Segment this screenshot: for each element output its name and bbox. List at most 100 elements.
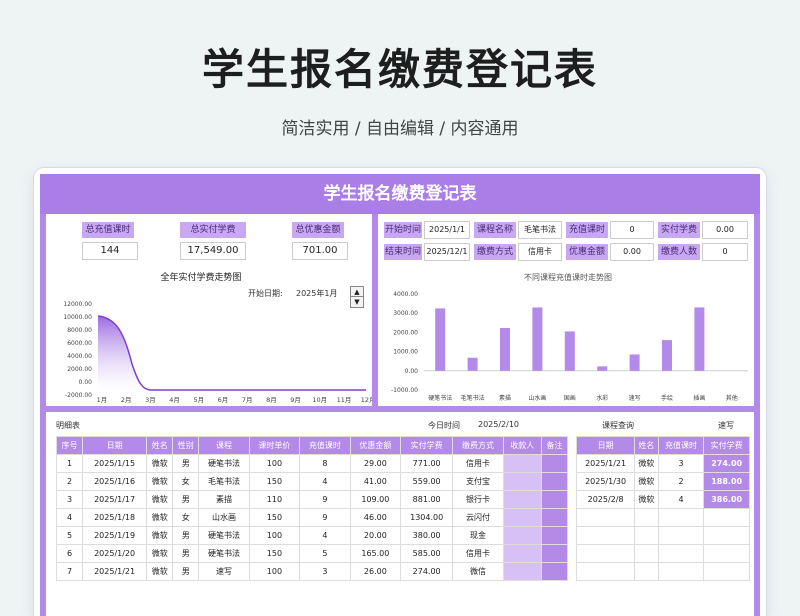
table-cell[interactable] — [502, 544, 542, 563]
table-cell[interactable]: 硬笔书法 — [198, 526, 250, 545]
table-cell[interactable]: 4 — [56, 508, 83, 527]
query-row[interactable]: 2025/1/30 微软 2 188.00 — [575, 472, 750, 491]
query-cell[interactable]: 3 — [657, 454, 705, 473]
table-cell[interactable]: 2025/1/21 — [81, 562, 148, 581]
table-cell[interactable]: 7 — [56, 562, 83, 581]
query-cell[interactable] — [634, 544, 659, 563]
table-cell[interactable]: 微软 — [146, 454, 174, 473]
table-cell[interactable]: 2025/1/20 — [81, 544, 148, 563]
table-cell[interactable] — [502, 490, 542, 509]
table-cell[interactable]: 9 — [299, 508, 351, 527]
table-cell[interactable]: 硬笔书法 — [198, 544, 250, 563]
query-cell[interactable] — [634, 526, 659, 545]
query-cell[interactable] — [703, 526, 750, 545]
table-cell[interactable] — [540, 490, 569, 509]
table-cell[interactable]: 山水画 — [198, 508, 250, 527]
table-cell[interactable]: 女 — [172, 508, 200, 527]
table-cell[interactable]: 云闪付 — [452, 508, 504, 527]
query-cell[interactable] — [575, 562, 636, 581]
query-cell[interactable]: 188.00 — [703, 472, 750, 491]
table-cell[interactable]: 41.00 — [349, 472, 402, 491]
query-cell[interactable] — [703, 562, 750, 581]
table-row[interactable]: 4 2025/1/18 微软女山水画 150 9 46.00 1304.00 云闪付 — [56, 508, 569, 527]
query-cell[interactable] — [657, 544, 705, 563]
query-row[interactable] — [575, 508, 750, 527]
table-cell[interactable]: 6 — [56, 544, 83, 563]
query-row[interactable]: 2025/1/21 微软 3 274.00 — [575, 454, 750, 473]
query-cell[interactable] — [657, 508, 705, 527]
query-cell[interactable] — [634, 562, 659, 581]
table-cell[interactable]: 3 — [56, 490, 83, 509]
table-cell[interactable]: 男 — [172, 526, 200, 545]
table-cell[interactable]: 100 — [248, 454, 301, 473]
table-cell[interactable]: 585.00 — [400, 544, 454, 563]
table-cell[interactable]: 881.00 — [400, 490, 454, 509]
table-cell[interactable]: 1 — [56, 454, 83, 473]
table-cell[interactable]: 2025/1/17 — [81, 490, 148, 509]
table-row[interactable]: 7 2025/1/21 微软男速写 100 3 26.00 274.00 微信 — [56, 562, 569, 581]
table-cell[interactable] — [540, 526, 569, 545]
table-row[interactable]: 5 2025/1/19 微软男硬笔书法 100 4 20.00 380.00 现金 — [56, 526, 569, 545]
table-cell[interactable]: 信用卡 — [452, 544, 504, 563]
table-cell[interactable]: 男 — [172, 562, 200, 581]
table-cell[interactable]: 165.00 — [349, 544, 402, 563]
table-cell[interactable] — [502, 508, 542, 527]
query-cell[interactable]: 274.00 — [703, 454, 750, 473]
table-cell[interactable]: 150 — [248, 472, 301, 491]
table-cell[interactable]: 2 — [56, 472, 83, 491]
table-cell[interactable]: 毛笔书法 — [198, 472, 250, 491]
table-cell[interactable]: 5 — [56, 526, 83, 545]
table-cell[interactable]: 微软 — [146, 562, 174, 581]
query-cell[interactable]: 386.00 — [703, 490, 750, 509]
query-cell[interactable] — [575, 544, 636, 563]
table-cell[interactable]: 109.00 — [349, 490, 402, 509]
table-cell[interactable]: 20.00 — [349, 526, 402, 545]
table-cell[interactable]: 29.00 — [349, 454, 402, 473]
table-cell[interactable]: 5 — [299, 544, 351, 563]
table-cell[interactable]: 微信 — [452, 562, 504, 581]
query-cell[interactable]: 2025/1/21 — [575, 454, 636, 473]
table-cell[interactable]: 男 — [172, 544, 200, 563]
table-cell[interactable]: 微软 — [146, 508, 174, 527]
table-cell[interactable]: 274.00 — [400, 562, 454, 581]
table-row[interactable]: 2 2025/1/16 微软女毛笔书法 150 4 41.00 559.00 支付宝 — [56, 472, 569, 491]
table-cell[interactable]: 男 — [172, 490, 200, 509]
table-cell[interactable]: 支付宝 — [452, 472, 504, 491]
table-cell[interactable]: 8 — [299, 454, 351, 473]
table-cell[interactable]: 559.00 — [400, 472, 454, 491]
query-cell[interactable] — [657, 526, 705, 545]
query-row[interactable]: 2025/2/8 微软 4 386.00 — [575, 490, 750, 509]
table-cell[interactable]: 380.00 — [400, 526, 454, 545]
query-cell[interactable]: 微软 — [634, 454, 659, 473]
table-cell[interactable]: 4 — [299, 472, 351, 491]
query-course[interactable]: 速写 — [718, 420, 734, 431]
table-cell[interactable] — [540, 544, 569, 563]
table-cell[interactable]: 硬笔书法 — [198, 454, 250, 473]
table-cell[interactable]: 信用卡 — [452, 454, 504, 473]
table-cell[interactable]: 微软 — [146, 526, 174, 545]
table-cell[interactable]: 46.00 — [349, 508, 402, 527]
query-cell[interactable] — [575, 508, 636, 527]
table-cell[interactable]: 2025/1/19 — [81, 526, 148, 545]
table-cell[interactable]: 2025/1/15 — [81, 454, 148, 473]
query-cell[interactable] — [634, 508, 659, 527]
table-cell[interactable]: 微软 — [146, 544, 174, 563]
table-cell[interactable]: 4 — [299, 526, 351, 545]
table-cell[interactable]: 100 — [248, 526, 301, 545]
table-cell[interactable]: 100 — [248, 562, 301, 581]
query-cell[interactable] — [703, 508, 750, 527]
table-cell[interactable] — [502, 472, 542, 491]
table-cell[interactable]: 微软 — [146, 490, 174, 509]
query-cell[interactable]: 微软 — [634, 472, 659, 491]
table-cell[interactable]: 150 — [248, 544, 301, 563]
query-cell[interactable]: 2025/1/30 — [575, 472, 636, 491]
table-cell[interactable]: 9 — [299, 490, 351, 509]
query-cell[interactable] — [575, 526, 636, 545]
table-cell[interactable]: 3 — [299, 562, 351, 581]
table-cell[interactable]: 150 — [248, 508, 301, 527]
table-cell[interactable]: 速写 — [198, 562, 250, 581]
table-cell[interactable] — [540, 508, 569, 527]
query-row[interactable] — [575, 526, 750, 545]
table-cell[interactable] — [540, 454, 569, 473]
table-cell[interactable]: 1304.00 — [400, 508, 454, 527]
